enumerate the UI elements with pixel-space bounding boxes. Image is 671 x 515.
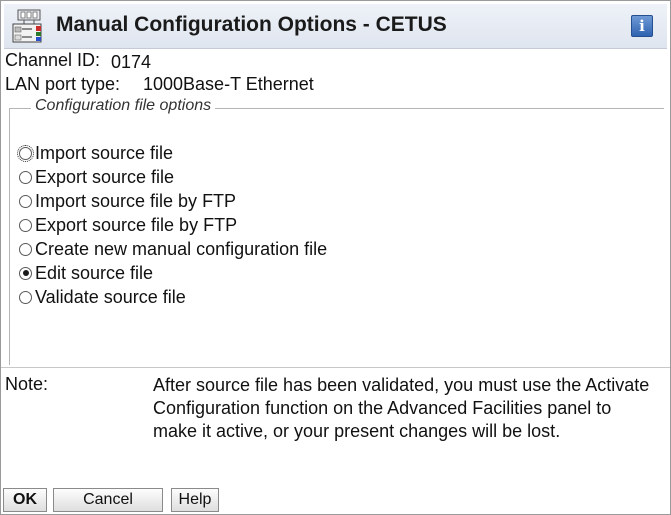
radio-label: Export source file [35,166,175,187]
note-text: After source file has been validated, yo… [153,375,650,441]
radio-export-source-file-ftp[interactable]: Export source file by FTP [19,213,237,237]
radio-label: Export source file by FTP [35,214,238,235]
radio-button[interactable] [17,144,34,162]
note-label: Note: [5,374,49,394]
radio-label: Edit source file [35,262,154,283]
ok-button[interactable]: OK [3,488,47,512]
radio-label: Create new manual configuration file [35,238,328,259]
radio-validate-source-file[interactable]: Validate source file [19,285,186,309]
radio-button-selected[interactable] [19,266,32,280]
radio-create-new-config-file[interactable]: Create new manual configuration file [19,237,327,261]
radio-button[interactable] [19,194,32,208]
hardware-config-icon [12,9,42,43]
radio-edit-source-file[interactable]: Edit source file [19,261,153,285]
radio-label: Import source file by FTP [35,190,237,211]
divider [1,367,670,368]
help-button[interactable]: Help [171,488,219,512]
lan-port-type-label: LAN port type: [5,74,121,94]
title-bar: Manual Configuration Options - CETUS i [4,4,667,49]
dialog-title: Manual Configuration Options - CETUS [56,13,447,36]
radio-import-source-file-ftp[interactable]: Import source file by FTP [19,189,236,213]
radio-import-source-file[interactable]: Import source file [17,141,174,165]
radio-export-source-file[interactable]: Export source file [19,165,174,189]
radio-button[interactable] [19,242,32,256]
cancel-button[interactable]: Cancel [53,488,163,512]
radio-label: Validate source file [35,286,186,307]
radio-label: Import source file [35,142,174,163]
channel-id-label: Channel ID: [5,50,101,70]
channel-id-value: 0174 [111,52,152,72]
manual-config-dialog: Manual Configuration Options - CETUS i C… [0,0,671,515]
radio-button[interactable] [19,170,32,184]
radio-button[interactable] [19,290,32,304]
lan-port-type-value: 1000Base-T Ethernet [143,74,314,94]
radio-button[interactable] [19,218,32,232]
info-icon[interactable]: i [631,15,653,37]
config-options-legend: Configuration file options [31,97,216,115]
